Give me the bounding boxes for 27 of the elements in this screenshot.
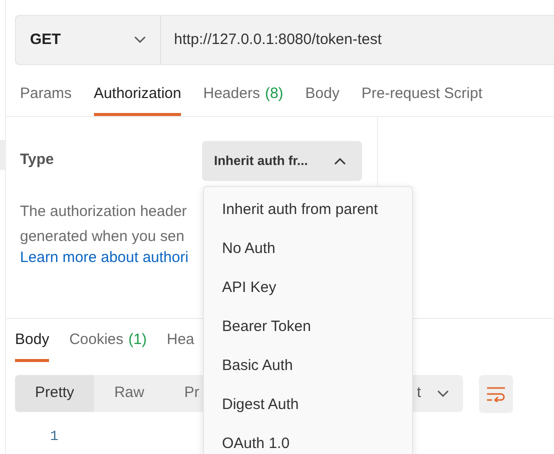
method-dropdown[interactable]: GET (16, 16, 161, 64)
menu-item[interactable]: No Auth (204, 229, 412, 268)
chevron-down-icon (437, 390, 449, 398)
request-tab[interactable]: Authorization (94, 79, 182, 116)
wrap-lines-button[interactable] (479, 374, 513, 412)
view-mode-tab[interactable]: Pretty (15, 375, 94, 412)
learn-more-link[interactable]: Learn more about authori (20, 247, 188, 270)
view-mode-tab[interactable]: Raw (94, 375, 164, 412)
type-label: Type (20, 150, 55, 170)
response-tab[interactable]: Body (15, 325, 50, 362)
menu-item[interactable]: OAuth 1.0 (204, 424, 412, 454)
description-text: generated when you sen (20, 228, 184, 246)
request-tab[interactable]: Body (305, 79, 340, 116)
response-tab[interactable]: Cookies (1) (69, 325, 147, 362)
menu-item[interactable]: Bearer Token (204, 307, 412, 346)
url-field[interactable]: http://127.0.0.1:8080/token-test (161, 16, 382, 64)
request-tab[interactable]: Headers (8) (203, 79, 284, 116)
menu-item[interactable]: API Key (204, 268, 412, 307)
response-tab[interactable]: Hea (166, 325, 194, 362)
chevron-down-icon (134, 36, 146, 44)
auth-type-dropdown[interactable]: Inherit auth fr... (202, 141, 362, 181)
request-tab[interactable]: Pre-request Script (362, 79, 482, 116)
wrap-lines-icon (486, 386, 506, 402)
menu-item[interactable]: Inherit auth from parent (204, 190, 412, 229)
line-number: 1 (50, 429, 58, 445)
request-tab[interactable]: Params (20, 79, 72, 116)
description-text: The authorization header (20, 203, 187, 221)
